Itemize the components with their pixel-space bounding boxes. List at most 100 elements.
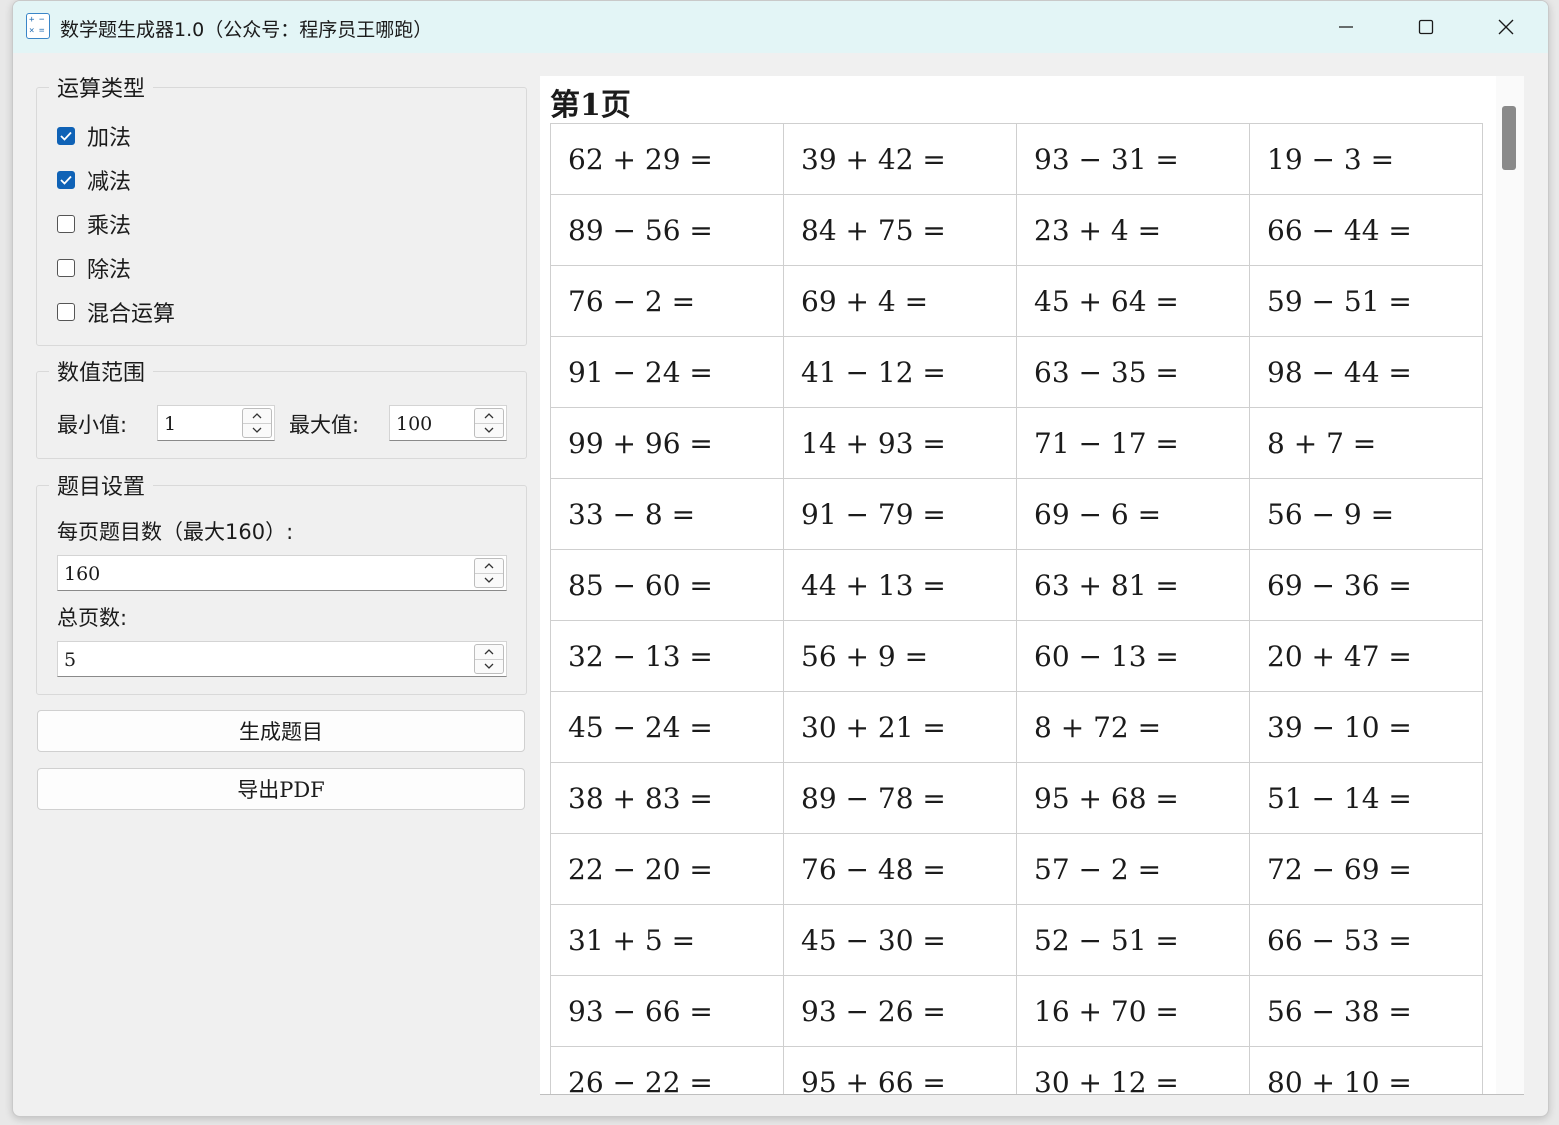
checkbox-label: 减法 [87,170,132,195]
page-title: 第1页 [550,88,631,123]
generate-button-label: 生成题目 [239,720,323,744]
window-title: 数学题生成器1.0（公众号：程序员王哪跑） [60,19,433,41]
checkbox-box[interactable] [57,259,75,277]
spin-down-button[interactable] [475,573,503,587]
checkbox-multiplication[interactable]: 乘法 [57,209,131,239]
problem-row: 38 + 83 = 89 − 78 = 95 + 68 = 51 − 14 = [550,762,1483,834]
max-value-text[interactable]: 100 [396,413,432,435]
min-value-text[interactable]: 1 [164,413,176,435]
problem-cell: 8 + 7 = [1249,407,1483,479]
problem-cell: 39 + 42 = [783,123,1017,195]
spin-up-button[interactable] [243,409,271,424]
problem-cell: 45 − 30 = [783,904,1017,976]
maximize-icon [1418,19,1434,35]
vertical-scrollbar[interactable] [1496,76,1524,1094]
problem-cell: 33 − 8 = [550,478,784,550]
chevron-up-icon [484,563,494,569]
total-pages-text[interactable]: 5 [64,649,76,671]
problem-grid: 62 + 29 = 39 + 42 = 93 − 31 = 19 − 3 = 89 − … [550,123,1483,1094]
problem-cell: 59 − 51 = [1249,265,1483,337]
min-value-spinbox[interactable]: 1 [157,405,275,441]
problem-row: 26 − 22 = 95 + 66 = 30 + 12 = 80 + 10 = [550,1046,1483,1094]
total-pages-spinbox[interactable]: 5 [57,641,507,677]
problem-cell: 19 − 3 = [1249,123,1483,195]
problem-cell: 95 + 66 = [783,1046,1017,1094]
export-pdf-button[interactable]: 导出PDF [37,768,525,810]
problem-row: 91 − 24 = 41 − 12 = 63 − 35 = 98 − 44 = [550,336,1483,408]
checkbox-subtraction[interactable]: 减法 [57,165,131,195]
problem-cell: 31 + 5 = [550,904,784,976]
minimize-icon [1339,26,1353,28]
checkbox-mixed[interactable]: 混合运算 [57,297,175,327]
problem-cell: 91 − 79 = [783,478,1017,550]
preview-area[interactable]: 第1页 62 + 29 = 39 + 42 = 93 − 31 = 19 − 3 = 8… [540,76,1524,1095]
min-value-label: 最小值: [57,413,128,437]
per-page-label: 每页题目数（最大160）: [57,520,294,544]
spin-down-button[interactable] [243,423,271,437]
checkbox-box[interactable] [57,127,75,145]
problem-cell: 93 − 26 = [783,975,1017,1047]
problem-row: 45 − 24 = 30 + 21 = 8 + 72 = 39 − 10 = [550,691,1483,763]
generate-button[interactable]: 生成题目 [37,710,525,752]
total-pages-label: 总页数: [57,606,128,630]
problem-cell: 30 + 21 = [783,691,1017,763]
problem-cell: 76 − 2 = [550,265,784,337]
checkbox-division[interactable]: 除法 [57,253,131,283]
problem-row: 33 − 8 = 91 − 79 = 69 − 6 = 56 − 9 = [550,478,1483,550]
problem-row: 76 − 2 = 69 + 4 = 45 + 64 = 59 − 51 = [550,265,1483,337]
problem-cell: 72 − 69 = [1249,833,1483,905]
per-page-spinbox[interactable]: 160 [57,555,507,591]
problem-cell: 69 − 6 = [1016,478,1250,550]
problem-cell: 22 − 20 = [550,833,784,905]
checkbox-box[interactable] [57,171,75,189]
app-window: + − × = 数学题生成器1.0（公众号：程序员王哪跑） 运算类型 加法 减法… [12,0,1549,1117]
checkmark-icon [60,175,72,185]
problem-cell: 91 − 24 = [550,336,784,408]
chevron-up-icon [252,413,262,419]
problem-cell: 89 − 56 = [550,194,784,266]
close-icon [1498,19,1514,35]
max-value-label: 最大值: [289,413,360,437]
spin-up-button[interactable] [475,559,503,574]
spin-down-button[interactable] [475,659,503,673]
chevron-down-icon [484,427,494,433]
problem-cell: 16 + 70 = [1016,975,1250,1047]
problem-cell: 32 − 13 = [550,620,784,692]
spin-up-button[interactable] [475,645,503,660]
spin-down-button[interactable] [475,423,503,437]
problem-cell: 66 − 44 = [1249,194,1483,266]
problem-cell: 99 + 96 = [550,407,784,479]
close-button[interactable] [1466,1,1546,53]
chevron-down-icon [484,577,494,583]
problem-cell: 62 + 29 = [550,123,784,195]
problem-row: 85 − 60 = 44 + 13 = 63 + 81 = 69 − 36 = [550,549,1483,621]
operation-type-group: 运算类型 加法 减法 乘法 除法 混合运算 [36,71,527,346]
operation-type-title: 运算类型 [49,71,154,103]
problem-cell: 51 − 14 = [1249,762,1483,834]
maximize-button[interactable] [1386,1,1466,53]
problem-cell: 45 + 64 = [1016,265,1250,337]
checkbox-addition[interactable]: 加法 [57,121,131,151]
title-bar: + − × = 数学题生成器1.0（公众号：程序员王哪跑） [13,1,1548,53]
problem-cell: 93 − 31 = [1016,123,1250,195]
per-page-text[interactable]: 160 [64,563,100,585]
problem-cell: 56 − 9 = [1249,478,1483,550]
checkbox-box[interactable] [57,215,75,233]
problem-cell: 38 + 83 = [550,762,784,834]
problem-cell: 23 + 4 = [1016,194,1250,266]
problem-cell: 39 − 10 = [1249,691,1483,763]
spin-arrows [474,644,504,674]
value-range-title: 数值范围 [49,355,154,387]
spin-arrows [242,408,272,438]
problem-cell: 63 − 35 = [1016,336,1250,408]
max-value-spinbox[interactable]: 100 [389,405,507,441]
checkbox-box[interactable] [57,303,75,321]
export-pdf-button-label: 导出PDF [237,778,325,802]
problem-cell: 56 − 38 = [1249,975,1483,1047]
checkbox-label: 乘法 [87,214,132,239]
problem-cell: 60 − 13 = [1016,620,1250,692]
minimize-button[interactable] [1306,1,1386,53]
spin-up-button[interactable] [475,409,503,424]
problem-cell: 69 + 4 = [783,265,1017,337]
scrollbar-thumb[interactable] [1502,106,1516,170]
